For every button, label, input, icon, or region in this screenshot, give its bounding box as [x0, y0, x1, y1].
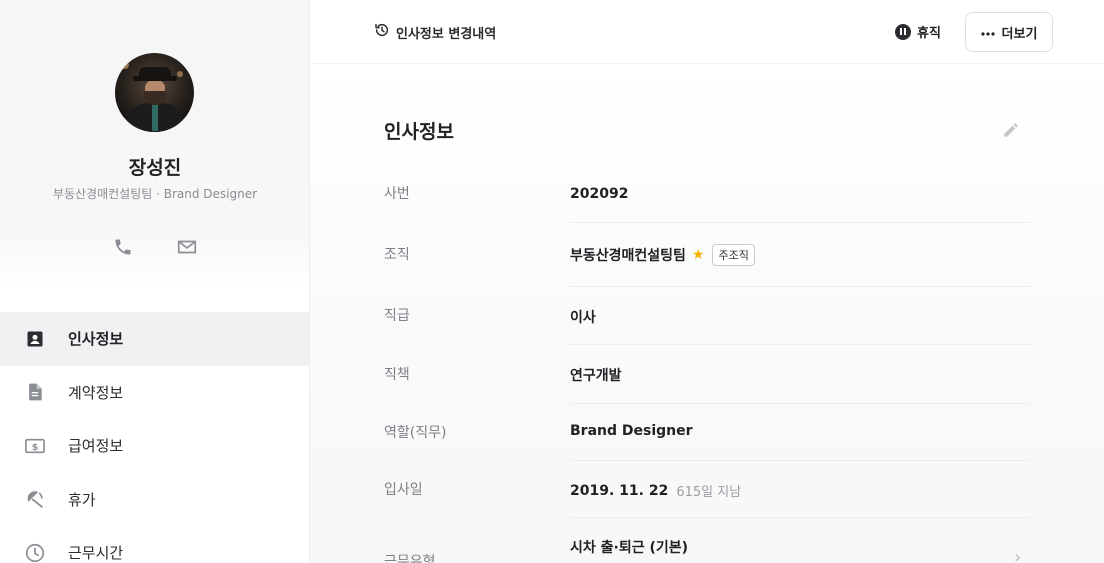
row-value-organization[interactable]: 부동산경매컨설팅팀 ★ 주조직	[570, 244, 755, 266]
sidebar-item-label: 급여정보	[68, 437, 124, 456]
main-content: 인사정보 사번 202092 조직 부동산경매컨설팅팀 ★ 주조직 직급 이사 …	[310, 65, 1104, 563]
sidebar-item-salary[interactable]: $ 급여정보	[0, 419, 309, 473]
money-icon: $	[24, 435, 46, 457]
join-date: 2019. 11. 22	[570, 482, 669, 499]
sidebar-item-worktime[interactable]: 근무시간	[0, 526, 309, 563]
row-label: 직급	[384, 308, 410, 324]
pause-icon	[895, 23, 911, 40]
chevron-right-icon: ›	[1014, 547, 1022, 563]
tenure-days: 615일 지남	[676, 485, 742, 500]
edit-icon[interactable]	[1000, 119, 1022, 141]
row-value[interactable]: Brand Designer	[570, 423, 693, 439]
leave-button[interactable]: 휴직	[895, 22, 941, 41]
history-link[interactable]: 인사정보 변경내역	[374, 22, 496, 42]
row-label: 역할(직무)	[384, 425, 447, 441]
avatar[interactable]	[115, 53, 194, 132]
org-name: 부동산경매컨설팅팀	[570, 248, 686, 264]
leave-label: 휴직	[917, 26, 941, 41]
sidebar: 장성진 부동산경매컨설팅팀 · Brand Designer 인사정보 계약정보	[0, 0, 310, 563]
sidebar-item-label: 계약정보	[68, 383, 124, 402]
row-value[interactable]: 연구개발	[570, 365, 622, 385]
top-bar: 인사정보 변경내역 휴직 더보기	[310, 0, 1104, 64]
history-label: 인사정보 변경내역	[396, 26, 497, 42]
sidebar-item-contract[interactable]: 계약정보	[0, 366, 309, 420]
profile-card: 장성진 부동산경매컨설팅팀 · Brand Designer	[0, 0, 310, 290]
sidebar-item-label: 근무시간	[68, 544, 124, 563]
ellipsis-icon	[980, 25, 995, 40]
mail-icon[interactable]	[176, 236, 198, 258]
profile-name: 장성진	[128, 157, 182, 179]
row-label: 근무유형	[384, 554, 436, 563]
section-title: 인사정보	[384, 121, 454, 143]
umbrella-icon	[24, 488, 46, 510]
phone-icon[interactable]	[112, 236, 134, 258]
sidebar-item-label: 인사정보	[68, 330, 124, 349]
primary-org-badge: 주조직	[712, 244, 755, 266]
clock-icon	[24, 542, 46, 563]
star-icon: ★	[691, 247, 705, 263]
row-label: 입사일	[384, 482, 423, 498]
row-label: 조직	[384, 247, 410, 263]
history-icon	[374, 22, 390, 42]
row-label: 사번	[384, 186, 410, 202]
id-card-icon	[24, 328, 46, 350]
sidebar-item-vacation[interactable]: 휴가	[0, 473, 309, 527]
row-value[interactable]: 202092	[570, 186, 628, 202]
sidebar-item-hr-info[interactable]: 인사정보	[0, 312, 309, 366]
row-label: 직책	[384, 367, 410, 383]
row-value[interactable]: 이사	[570, 307, 596, 327]
profile-subtitle: 부동산경매컨설팅팀 · Brand Designer	[52, 187, 258, 201]
sidebar-item-label: 휴가	[68, 490, 96, 509]
row-value-join-date[interactable]: 2019. 11. 22 615일 지남	[570, 481, 742, 501]
svg-text:$: $	[32, 443, 38, 453]
more-button[interactable]: 더보기	[965, 12, 1053, 52]
sidebar-nav: 인사정보 계약정보 $ 급여정보 휴가 근무시간	[0, 312, 309, 563]
row-value[interactable]: 시차 출·퇴근 (기본)	[570, 537, 688, 557]
contact-actions	[0, 236, 310, 258]
document-icon	[24, 381, 46, 403]
more-label: 더보기	[1001, 26, 1038, 42]
